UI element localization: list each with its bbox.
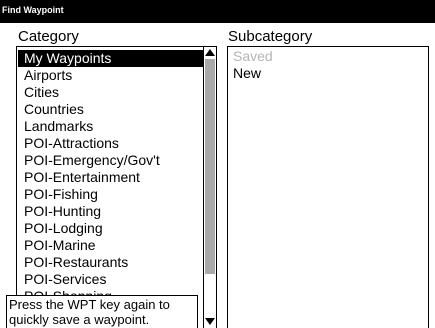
category-item[interactable]: Landmarks	[18, 118, 203, 135]
subcategory-item[interactable]: Saved	[233, 48, 273, 65]
category-scrollbar[interactable]	[204, 46, 217, 328]
category-header: Category	[18, 28, 79, 45]
hint-tooltip: Press the WPT key again to quickly save …	[6, 295, 198, 328]
category-item[interactable]: POI-Lodging	[18, 220, 203, 237]
subcategory-list[interactable]: Saved New	[227, 46, 429, 328]
category-item[interactable]: POI-Fishing	[18, 186, 203, 203]
category-item[interactable]: Cities	[18, 84, 203, 101]
category-item[interactable]: POI-Marine	[18, 237, 203, 254]
category-item[interactable]: POI-Services	[18, 271, 203, 288]
category-item[interactable]: POI-Hunting	[18, 203, 203, 220]
category-item[interactable]: POI-Attractions	[18, 135, 203, 152]
scroll-up-arrow-icon[interactable]	[205, 49, 215, 56]
hint-line-1: Press the WPT key again to	[9, 297, 170, 312]
scroll-down-arrow-icon[interactable]	[205, 318, 215, 325]
category-list[interactable]: My Waypoints Airports Cities Countries Landm…	[16, 46, 204, 328]
subcategory-header: Subcategory	[228, 28, 313, 45]
category-item[interactable]: Airports	[18, 67, 203, 84]
category-item[interactable]: Countries	[18, 101, 203, 118]
category-item[interactable]: POI-Entertainment	[18, 169, 203, 186]
category-item[interactable]: My Waypoints	[18, 50, 203, 67]
scroll-thumb[interactable]	[205, 59, 215, 274]
category-panel: My Waypoints Airports Cities Countries Landm…	[16, 46, 217, 328]
title-bar: Find Waypoint	[0, 0, 435, 23]
subcategory-item[interactable]: New	[233, 65, 261, 82]
window-title: Find Waypoint	[2, 5, 64, 15]
hint-line-2: quickly save a waypoint.	[9, 312, 150, 327]
find-waypoint-screen: Find Waypoint Category Subcategory My Wa…	[0, 0, 435, 328]
category-item[interactable]: POI-Restaurants	[18, 254, 203, 271]
category-item[interactable]: POI-Emergency/Gov't	[18, 152, 203, 169]
